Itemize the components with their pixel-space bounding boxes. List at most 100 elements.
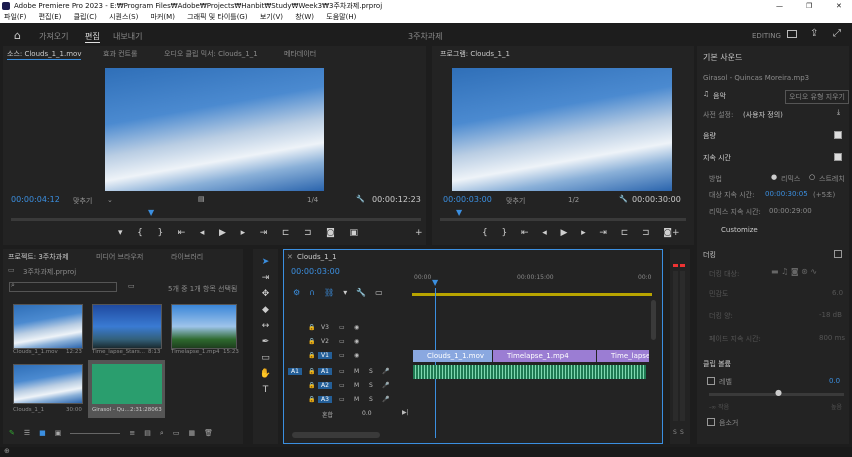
workspace-label[interactable]: EDITING xyxy=(752,32,781,40)
new-bin-icon[interactable]: ▭ xyxy=(128,282,135,290)
project-item[interactable] xyxy=(13,304,83,349)
menu-clip[interactable]: 클립(C) xyxy=(74,13,97,21)
track-select-tool-icon[interactable]: ⇥ xyxy=(262,273,270,283)
sort-icon[interactable]: ≡ xyxy=(129,429,135,438)
home-icon[interactable]: ⌂ xyxy=(14,29,21,42)
clip-v1-time-lapse[interactable]: Time_lapse xyxy=(597,350,649,362)
lock-icon[interactable]: 🔒 xyxy=(308,396,315,403)
program-fit-select[interactable]: 맞추기 xyxy=(506,196,525,206)
multicam-icon[interactable]: ▣ xyxy=(349,228,358,238)
razor-tool-icon[interactable]: ◆ xyxy=(262,305,269,315)
menu-marker[interactable]: 마커(M) xyxy=(151,13,175,21)
add-button-icon[interactable]: + xyxy=(415,228,423,238)
meter-solo-right[interactable]: S xyxy=(680,429,684,436)
source-resolution-select[interactable]: 1/4 xyxy=(307,196,318,204)
search-input[interactable] xyxy=(9,282,117,292)
lock-icon[interactable]: 🔒 xyxy=(308,382,315,389)
tab-libraries[interactable]: 라이브러리 xyxy=(171,252,203,262)
camera-icon[interactable]: ◙ xyxy=(326,228,335,238)
project-item[interactable] xyxy=(171,304,237,349)
sync-lock-icon[interactable]: ▭ xyxy=(339,338,345,345)
go-to-in-icon[interactable]: ⇤ xyxy=(178,228,186,238)
sync-lock-icon[interactable]: ▭ xyxy=(339,368,345,375)
level-checkbox[interactable] xyxy=(707,377,715,385)
extract-icon[interactable]: ⊐ xyxy=(642,228,650,238)
solo-button[interactable]: S xyxy=(369,396,373,403)
selection-tool-icon[interactable]: ➤ xyxy=(262,257,270,267)
lock-icon[interactable]: 🔒 xyxy=(308,352,315,359)
step-back-icon[interactable]: ◂ xyxy=(542,228,547,238)
maximize-button[interactable]: ❐ xyxy=(806,0,812,12)
lock-icon[interactable]: 🔒 xyxy=(308,368,315,375)
pencil-icon[interactable]: ✎ xyxy=(9,429,15,438)
save-preset-icon[interactable]: ⤓ xyxy=(837,108,840,117)
tab-program[interactable]: 프로그램: Clouds_1_1 xyxy=(440,49,510,59)
duck-type-icons[interactable]: ▬ ♫ ◙ ⊛ ∿ xyxy=(771,267,817,276)
sync-lock-icon[interactable]: ▭ xyxy=(339,324,345,331)
new-bin-icon[interactable]: ▭ xyxy=(173,429,180,438)
clear-audio-type-button[interactable]: 오디오 유형 지우기 xyxy=(785,90,849,104)
program-timecode[interactable]: 00:00:03:00 xyxy=(443,195,492,204)
camera-icon[interactable]: ◙ xyxy=(663,228,672,238)
minimize-button[interactable]: — xyxy=(776,0,783,12)
go-to-out-icon[interactable]: ⇥ xyxy=(260,228,268,238)
go-to-out-icon[interactable]: ⇥ xyxy=(599,228,607,238)
hand-tool-icon[interactable]: ✋ xyxy=(260,369,271,379)
tab-export[interactable]: 내보내기 xyxy=(113,31,142,42)
ripple-edit-tool-icon[interactable]: ✥ xyxy=(262,289,270,299)
ducking-checkbox[interactable] xyxy=(834,250,842,258)
target-duration-value[interactable]: 00:00:30:05 xyxy=(765,190,808,198)
tab-media-browser[interactable]: 미디어 브라우저 xyxy=(96,252,143,262)
eye-icon[interactable]: ◉ xyxy=(354,352,359,359)
level-value[interactable]: 0.0 xyxy=(829,377,840,385)
share-icon[interactable]: ⇪ xyxy=(810,28,818,39)
insert-icon[interactable]: ⊏ xyxy=(282,228,290,238)
wrench-icon[interactable]: 🔧 xyxy=(356,195,365,203)
timeline-tab[interactable]: Clouds_1_1 xyxy=(297,253,337,261)
snap-icon[interactable]: ∩ xyxy=(309,288,315,297)
fullscreen-icon[interactable]: ⤢ xyxy=(833,28,841,39)
mute-button[interactable]: M xyxy=(354,396,359,403)
level-slider-thumb[interactable]: ● xyxy=(775,388,782,397)
mark-in-icon[interactable]: { xyxy=(137,228,143,238)
overwrite-icon[interactable]: ⊐ xyxy=(304,228,312,238)
wrench-icon[interactable]: 🔧 xyxy=(619,195,628,203)
new-item-icon[interactable]: ▦ xyxy=(188,429,195,438)
source-scrubber[interactable] xyxy=(11,218,421,221)
mute-button[interactable]: M xyxy=(354,382,359,389)
settings-icon[interactable]: ▤ xyxy=(198,195,205,203)
wrench-icon[interactable]: 🔧 xyxy=(356,288,366,297)
lock-icon[interactable]: 🔒 xyxy=(308,324,315,331)
type-tool-icon[interactable]: T xyxy=(263,385,269,395)
add-marker-icon[interactable]: ▾ xyxy=(118,228,123,238)
lift-icon[interactable]: ⊏ xyxy=(621,228,629,238)
step-forward-icon[interactable]: ▸ xyxy=(581,228,586,238)
mute-button[interactable]: M xyxy=(354,368,359,375)
menu-sequence[interactable]: 시퀀스(S) xyxy=(109,13,138,21)
mic-icon[interactable]: 🎤 xyxy=(382,396,389,403)
go-to-in-icon[interactable]: ⇤ xyxy=(521,228,529,238)
menu-window[interactable]: 창(W) xyxy=(295,13,314,21)
program-playhead[interactable]: ▼ xyxy=(456,208,462,217)
tab-source[interactable]: 소스: Clouds_1_1.mov xyxy=(7,49,82,60)
slip-tool-icon[interactable]: ↔ xyxy=(262,321,270,331)
meter-solo-left[interactable]: S xyxy=(673,429,677,436)
timeline-timecode[interactable]: 00:00:03:00 xyxy=(291,267,340,276)
duration-checkbox[interactable] xyxy=(834,153,842,161)
eye-icon[interactable]: ◉ xyxy=(354,338,359,345)
play-icon[interactable]: ▶ xyxy=(560,228,567,238)
loudness-checkbox[interactable] xyxy=(834,131,842,139)
program-resolution-select[interactable]: 1/2 xyxy=(568,196,579,204)
source-playhead[interactable]: ▼ xyxy=(148,208,154,217)
mute-checkbox[interactable] xyxy=(707,418,715,426)
add-button-icon[interactable]: + xyxy=(672,228,680,238)
workspace-icon[interactable] xyxy=(787,30,797,38)
solo-button[interactable]: S xyxy=(369,368,373,375)
automate-icon[interactable]: ▤ xyxy=(144,429,151,438)
list-view-icon[interactable]: ☰ xyxy=(24,429,30,438)
source-timecode[interactable]: 00:00:04:12 xyxy=(11,195,60,204)
tab-project[interactable]: 프로젝트: 3주차과제 xyxy=(8,252,69,262)
marker-icon[interactable]: ▾ xyxy=(343,288,347,297)
freeform-view-icon[interactable]: ▣ xyxy=(55,429,62,438)
menu-file[interactable]: 파일(F) xyxy=(4,13,26,21)
